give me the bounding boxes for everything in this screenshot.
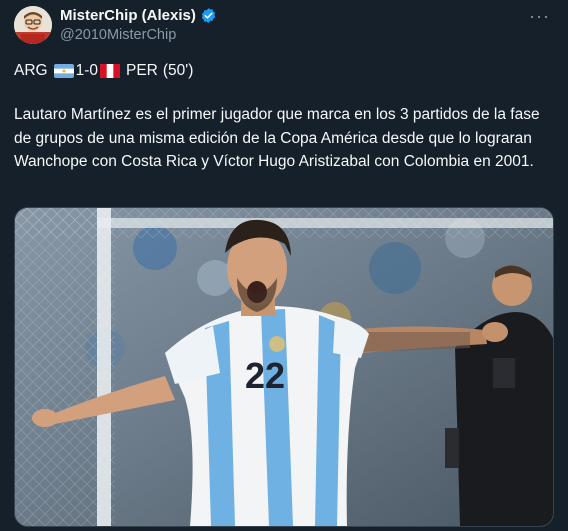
peru-flag-icon: [100, 64, 120, 78]
jersey-number: 22: [245, 355, 285, 396]
match-minute: (50'): [162, 62, 194, 79]
author-display-name[interactable]: MisterChip (Alexis): [60, 7, 196, 24]
score-value: 1-0: [75, 62, 98, 79]
tweet-photo[interactable]: 22: [14, 207, 554, 527]
avatar-image: [14, 6, 52, 44]
score-line: ARG 1-0 PER (50'): [14, 62, 193, 80]
team-home: ARG: [14, 62, 48, 79]
more-options-icon[interactable]: ···: [529, 6, 550, 27]
author-name-row: MisterChip (Alexis): [60, 7, 217, 24]
verified-badge-icon: [201, 8, 216, 23]
tweet-text: Lautaro Martínez es el primer jugador qu…: [14, 106, 540, 170]
team-away: PER: [126, 62, 158, 79]
tweet: MisterChip (Alexis) @2010MisterChip ··· …: [0, 0, 568, 531]
author-avatar[interactable]: [14, 6, 52, 44]
argentina-flag-icon: [53, 64, 74, 78]
photo-lautaro-celebrating: 22: [15, 208, 553, 526]
author-handle[interactable]: @2010MisterChip: [60, 27, 176, 43]
